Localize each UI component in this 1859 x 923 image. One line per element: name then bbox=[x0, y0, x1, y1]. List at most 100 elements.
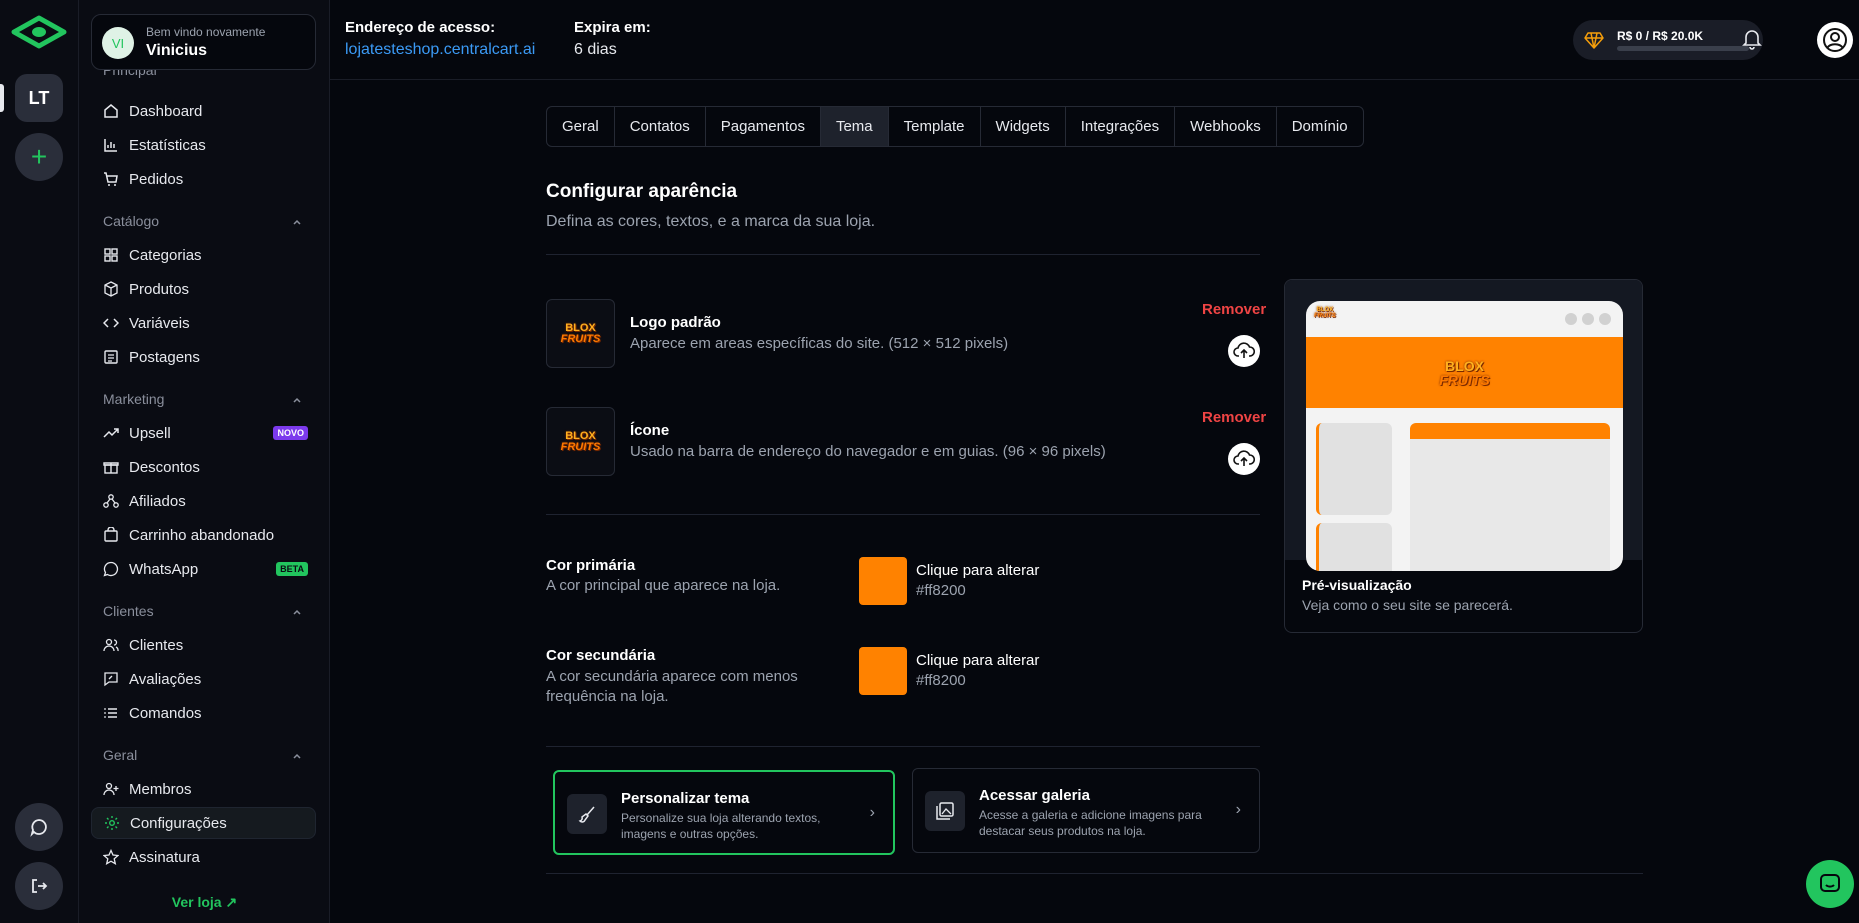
sidebar-item-pedidos[interactable]: Pedidos bbox=[91, 163, 316, 195]
section-geral[interactable]: Geral bbox=[103, 747, 303, 763]
sidebar-item-label: Estatísticas bbox=[129, 136, 206, 154]
tab-contatos[interactable]: Contatos bbox=[615, 107, 706, 146]
remove-logo-button[interactable]: Remover bbox=[1202, 301, 1266, 318]
sidebar-item-comandos[interactable]: Comandos bbox=[91, 697, 316, 729]
section-principal: Principal bbox=[103, 70, 157, 78]
logo-preview: BLOX FRUITS bbox=[546, 299, 615, 368]
remove-icon-button[interactable]: Remover bbox=[1202, 409, 1266, 426]
sidebar-item-label: Carrinho abandonado bbox=[129, 526, 275, 544]
add-store-button[interactable]: + bbox=[15, 133, 63, 181]
sidebar-item-produtos[interactable]: Produtos bbox=[91, 273, 316, 305]
primary-color-description: A cor principal que aparece na loja. bbox=[546, 577, 781, 594]
sidebar-item-carrinho-abandonado[interactable]: Carrinho abandonado bbox=[91, 519, 316, 551]
gallery-description: Acesse a galeria e adicione imagens para… bbox=[979, 808, 1202, 838]
users-icon bbox=[103, 637, 119, 653]
tab-template[interactable]: Template bbox=[889, 107, 981, 146]
chevron-up-icon bbox=[291, 749, 303, 765]
sidebar-item-postagens[interactable]: Postagens bbox=[91, 341, 316, 373]
tab-dominio[interactable]: Domínio bbox=[1277, 107, 1363, 146]
customize-theme-card[interactable]: Personalizar tema Personalize sua loja a… bbox=[553, 770, 895, 855]
blox-fruits-logo: BLOX FRUITS bbox=[560, 321, 601, 345]
sidebar-item-label: Descontos bbox=[129, 458, 200, 476]
sidebar-item-membros[interactable]: Membros bbox=[91, 773, 316, 805]
bag-icon bbox=[103, 527, 119, 543]
sidebar-item-label: Avaliações bbox=[129, 670, 202, 688]
mockup-small-logo: BLOX FRUITS bbox=[1314, 307, 1336, 319]
secondary-color-swatch[interactable] bbox=[859, 647, 907, 695]
user-plus-icon bbox=[103, 781, 119, 797]
mockup-window-dots bbox=[1565, 313, 1611, 325]
sidebar-item-label: Produtos bbox=[129, 280, 190, 298]
preview-title: Pré-visualização bbox=[1302, 577, 1412, 593]
sidebar-item-afiliados[interactable]: Afiliados bbox=[91, 485, 316, 517]
app-rail: LT + bbox=[0, 0, 79, 923]
tab-integracoes[interactable]: Integrações bbox=[1066, 107, 1176, 146]
secondary-color-change-label[interactable]: Clique para alterar bbox=[916, 652, 1039, 669]
logout-icon bbox=[32, 879, 48, 893]
section-clientes[interactable]: Clientes bbox=[103, 603, 303, 619]
customize-theme-description: Personalize sua loja alterando textos, i… bbox=[621, 811, 821, 841]
trending-up-icon bbox=[103, 425, 119, 441]
profile-button[interactable] bbox=[1817, 22, 1853, 58]
chevron-right-icon: › bbox=[869, 804, 875, 821]
user-welcome-card[interactable]: VI Bem vindo novamente Vinicius bbox=[91, 14, 316, 70]
avatar: VI bbox=[102, 27, 134, 59]
sidebar-item-label: Clientes bbox=[129, 636, 184, 654]
section-catalogo[interactable]: Catálogo bbox=[103, 213, 303, 229]
balance-widget[interactable]: R$ 0 / R$ 20.0K bbox=[1573, 20, 1763, 60]
user-icon bbox=[1823, 28, 1847, 52]
secondary-color-description: A cor secundária aparece com menos frequ… bbox=[546, 668, 798, 705]
view-store-link[interactable]: Ver loja ↗ bbox=[79, 894, 329, 911]
primary-color-title: Cor primária bbox=[546, 557, 636, 574]
sidebar-item-whatsapp[interactable]: WhatsApp BETA bbox=[91, 553, 316, 585]
store-avatar[interactable]: LT bbox=[15, 74, 63, 122]
upload-logo-button[interactable] bbox=[1228, 335, 1260, 367]
chat-button[interactable] bbox=[15, 803, 63, 851]
upload-icon-button[interactable] bbox=[1228, 443, 1260, 475]
sidebar: VI Bem vindo novamente Vinicius Principa… bbox=[79, 0, 330, 923]
sidebar-item-upsell[interactable]: Upsell NOVO bbox=[91, 417, 316, 449]
cloud-upload-icon bbox=[1233, 450, 1255, 466]
icon-preview: BLOX FRUITS bbox=[546, 407, 615, 476]
tab-pagamentos[interactable]: Pagamentos bbox=[706, 107, 821, 146]
paintbrush-icon bbox=[567, 794, 607, 834]
support-chat-button[interactable] bbox=[1806, 860, 1854, 908]
mockup-banner: BLOX FRUITS bbox=[1306, 337, 1623, 408]
divider bbox=[546, 254, 1260, 255]
settings-tabs: Geral Contatos Pagamentos Tema Template Widge… bbox=[546, 106, 1364, 147]
gear-icon bbox=[104, 815, 120, 831]
cloud-upload-icon bbox=[1233, 342, 1255, 358]
sidebar-item-variaveis[interactable]: Variáveis bbox=[91, 307, 316, 339]
notification-button[interactable] bbox=[1741, 27, 1763, 56]
tab-tema[interactable]: Tema bbox=[820, 107, 889, 146]
sidebar-item-clientes[interactable]: Clientes bbox=[91, 629, 316, 661]
home-icon bbox=[103, 103, 119, 119]
sidebar-item-dashboard[interactable]: Dashboard bbox=[91, 95, 316, 127]
section-marketing[interactable]: Marketing bbox=[103, 391, 303, 407]
sidebar-item-label: Variáveis bbox=[129, 314, 190, 332]
blox-fruits-logo: BLOX FRUITS bbox=[1439, 357, 1490, 388]
primary-color-swatch[interactable] bbox=[859, 557, 907, 605]
logout-button[interactable] bbox=[15, 862, 63, 910]
sidebar-item-avaliacoes[interactable]: Avaliações bbox=[91, 663, 316, 695]
sidebar-item-categorias[interactable]: Categorias bbox=[91, 239, 316, 271]
balance-text: R$ 0 / R$ 20.0K bbox=[1617, 29, 1704, 43]
app-logo-icon[interactable] bbox=[10, 14, 68, 50]
tab-webhooks[interactable]: Webhooks bbox=[1175, 107, 1277, 146]
access-address-link[interactable]: lojatesteshop.centralcart.ai bbox=[345, 41, 535, 59]
access-address-label: Endereço de acesso: bbox=[345, 19, 496, 36]
sidebar-item-assinatura[interactable]: Assinatura bbox=[91, 841, 316, 873]
page-title: Configurar aparência bbox=[546, 181, 738, 202]
newspaper-icon bbox=[103, 349, 119, 365]
message-edit-icon bbox=[103, 671, 119, 687]
gallery-card[interactable]: Acessar galeria Acesse a galeria e adici… bbox=[912, 768, 1260, 853]
sidebar-item-estatisticas[interactable]: Estatísticas bbox=[91, 129, 316, 161]
chevron-up-icon bbox=[291, 605, 303, 621]
sidebar-item-configuracoes[interactable]: Configurações bbox=[91, 807, 316, 839]
chevron-up-icon bbox=[291, 215, 303, 231]
tab-geral[interactable]: Geral bbox=[547, 107, 615, 146]
primary-color-change-label[interactable]: Clique para alterar bbox=[916, 562, 1039, 579]
sidebar-item-descontos[interactable]: Descontos bbox=[91, 451, 316, 483]
tab-widgets[interactable]: Widgets bbox=[981, 107, 1066, 146]
sidebar-item-label: Comandos bbox=[129, 704, 202, 722]
